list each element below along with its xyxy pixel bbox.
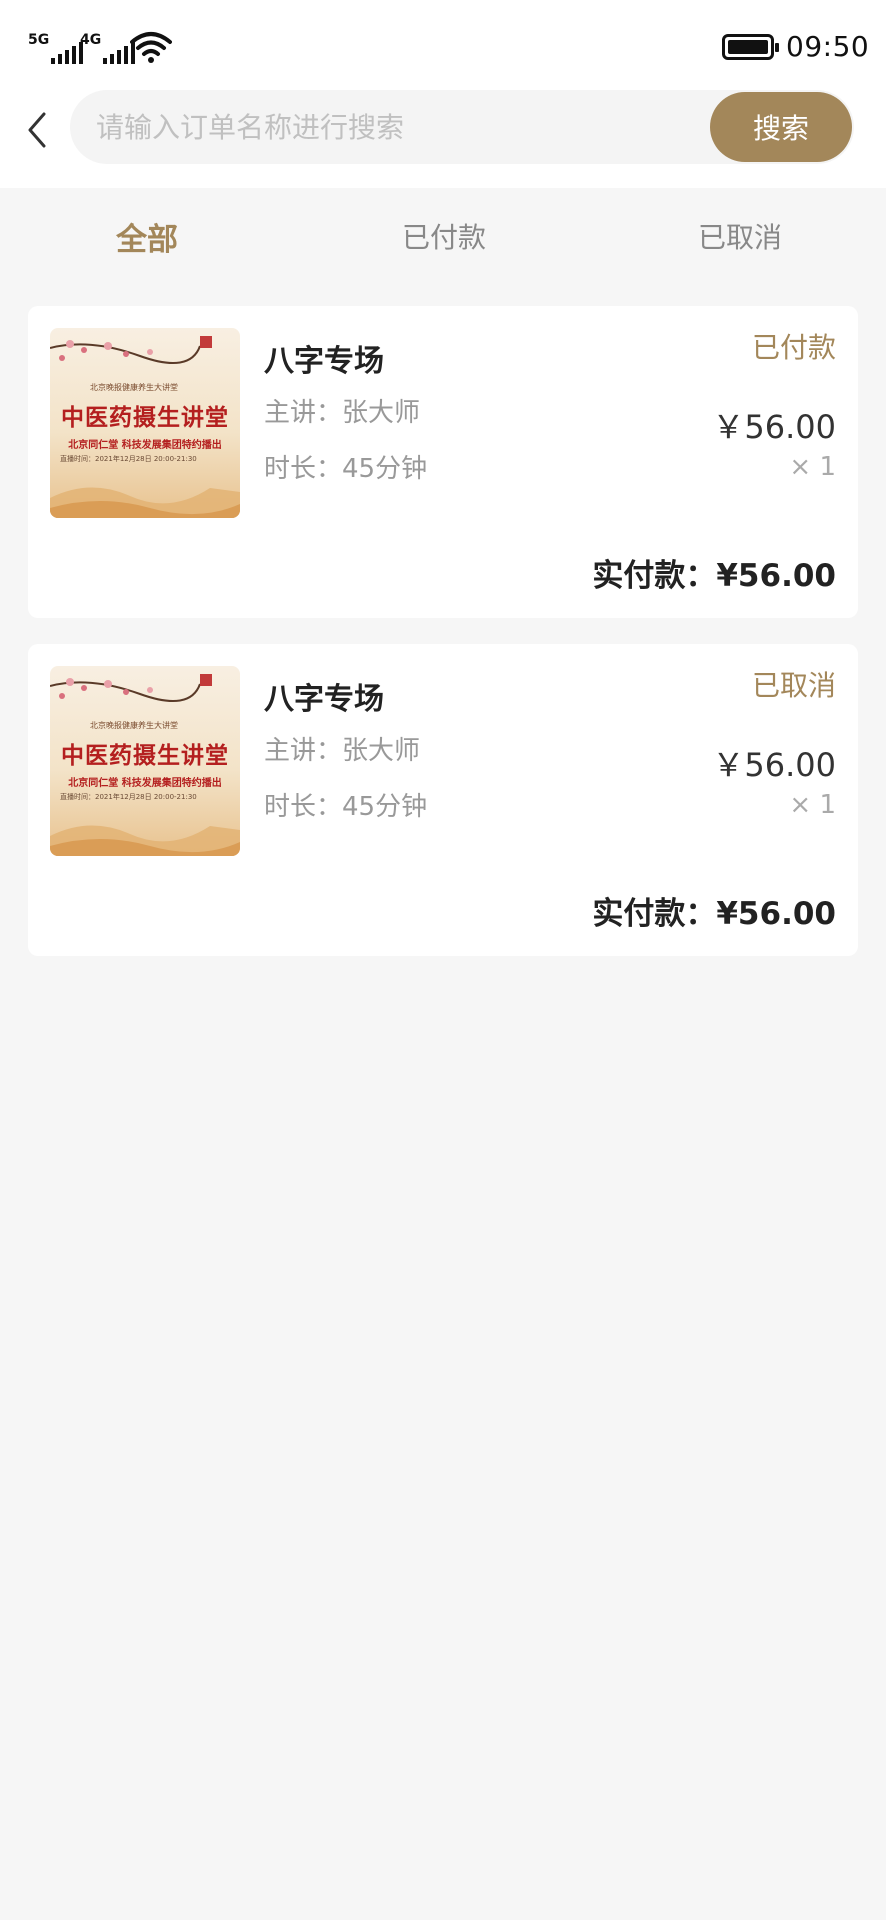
mountain-decoration bbox=[50, 825, 240, 856]
order-tabs: 全部 已付款 已取消 bbox=[0, 188, 886, 288]
order-price: ￥56.00 bbox=[712, 746, 836, 784]
order-title: 八字专场 bbox=[264, 344, 384, 379]
mountain-decoration bbox=[50, 487, 240, 518]
poster-title: 中医药摄生讲堂 bbox=[61, 404, 229, 431]
order-status: 已付款 bbox=[751, 331, 836, 364]
poster-small-text: 北京晚报健康养生大讲堂 bbox=[90, 383, 178, 392]
order-duration: 时长：45分钟 bbox=[264, 792, 428, 822]
tab-all[interactable]: 全部 bbox=[116, 214, 178, 259]
status-bar: 5G 4G 09:50 bbox=[0, 0, 886, 90]
tab-cancelled[interactable]: 已取消 bbox=[698, 216, 782, 256]
battery-icon bbox=[722, 34, 779, 60]
course-poster-image: 北京晚报健康养生大讲堂 中医药摄生讲堂 北京同仁堂 科技发展集团特约播出 直播时… bbox=[50, 666, 240, 856]
tab-paid[interactable]: 已付款 bbox=[402, 216, 486, 256]
blossom-branch-decoration bbox=[50, 336, 212, 364]
order-price: ￥56.00 bbox=[712, 408, 836, 446]
status-time: 09:50 bbox=[786, 30, 870, 63]
order-quantity: × 1 bbox=[789, 452, 836, 482]
order-card[interactable]: 北京晚报健康养生大讲堂 中医药摄生讲堂 北京同仁堂 科技发展集团特约播出 直播时… bbox=[28, 306, 858, 618]
signal-type-label: 5G bbox=[28, 32, 50, 48]
poster-subtitle: 北京同仁堂 科技发展集团特约播出 bbox=[68, 440, 222, 451]
search-input[interactable] bbox=[96, 90, 656, 164]
order-lecturer: 主讲：张大师 bbox=[264, 398, 421, 428]
order-lecturer: 主讲：张大师 bbox=[264, 736, 421, 766]
course-poster-image: 北京晚报健康养生大讲堂 中医药摄生讲堂 北京同仁堂 科技发展集团特约播出 直播时… bbox=[50, 328, 240, 518]
order-status: 已取消 bbox=[751, 669, 836, 702]
poster-title: 中医药摄生讲堂 bbox=[61, 742, 229, 769]
cellular-signal-icon: 4G bbox=[80, 30, 136, 64]
search-bar: 搜索 bbox=[0, 90, 886, 168]
search-button[interactable]: 搜索 bbox=[710, 92, 852, 162]
order-title: 八字专场 bbox=[264, 682, 384, 717]
wifi-icon bbox=[130, 32, 172, 63]
header: 5G 4G 09:50 搜索 bbox=[0, 0, 886, 188]
cellular-signal-icon: 5G bbox=[28, 30, 84, 64]
order-duration: 时长：45分钟 bbox=[264, 454, 428, 484]
poster-small-text: 北京晚报健康养生大讲堂 bbox=[90, 721, 178, 730]
poster-subtitle: 北京同仁堂 科技发展集团特约播出 bbox=[68, 778, 222, 789]
order-total: 实付款：¥56.00 bbox=[592, 558, 836, 594]
order-quantity: × 1 bbox=[789, 790, 836, 820]
signal-type-label: 4G bbox=[80, 32, 102, 48]
back-arrow-icon[interactable] bbox=[22, 108, 54, 152]
order-total: 实付款：¥56.00 bbox=[592, 896, 836, 932]
blossom-branch-decoration bbox=[50, 674, 212, 702]
order-card[interactable]: 北京晚报健康养生大讲堂 中医药摄生讲堂 北京同仁堂 科技发展集团特约播出 直播时… bbox=[28, 644, 858, 956]
search-field: 搜索 bbox=[70, 90, 854, 164]
